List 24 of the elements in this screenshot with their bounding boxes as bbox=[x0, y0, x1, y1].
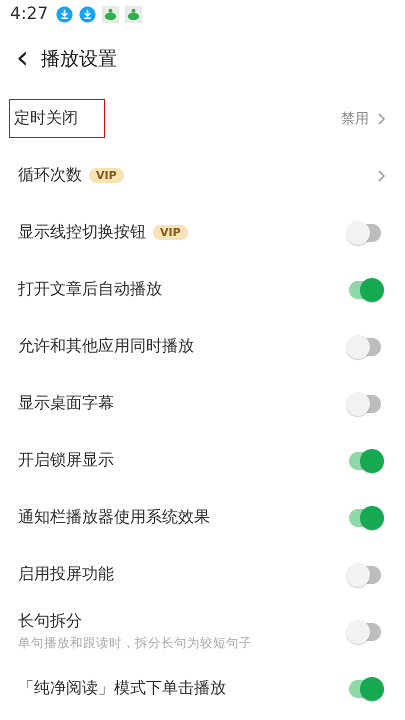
back-button[interactable]: ‹ bbox=[14, 41, 31, 73]
vip-badge: VIP bbox=[89, 168, 124, 183]
setting-label: 「纯净阅读」模式下单击播放 bbox=[18, 678, 226, 699]
setting-label: 显示桌面字幕 bbox=[18, 393, 114, 414]
page-title: 播放设置 bbox=[40, 47, 117, 72]
vip-badge: VIP bbox=[153, 225, 188, 240]
setting-label: 长句拆分 bbox=[18, 611, 82, 632]
setting-label: 循环次数 bbox=[18, 165, 82, 186]
app-notification-icon bbox=[125, 6, 142, 22]
chevron-right-icon[interactable] bbox=[377, 170, 385, 182]
highlighted-setting-label: 定时关闭 bbox=[10, 100, 104, 137]
app-notification-icon bbox=[102, 6, 120, 22]
status-time: 4:27 bbox=[10, 4, 48, 24]
setting-label: 开启锁屏显示 bbox=[18, 450, 114, 471]
setting-description: 单句播放和跟读时，拆分长句为较短句子 bbox=[18, 635, 253, 652]
setting-label: 启用投屏功能 bbox=[18, 564, 114, 585]
download-icon bbox=[56, 6, 74, 22]
download-icon bbox=[79, 6, 96, 22]
setting-label: 打开文章后自动播放 bbox=[18, 279, 162, 300]
setting-label: 通知栏播放器使用系统效果 bbox=[18, 507, 210, 528]
setting-label: 显示线控切换按钮 bbox=[18, 222, 146, 243]
setting-value: 禁用 bbox=[341, 110, 369, 128]
setting-label: 允许和其他应用同时播放 bbox=[18, 336, 194, 357]
chevron-right-icon[interactable] bbox=[377, 112, 385, 124]
